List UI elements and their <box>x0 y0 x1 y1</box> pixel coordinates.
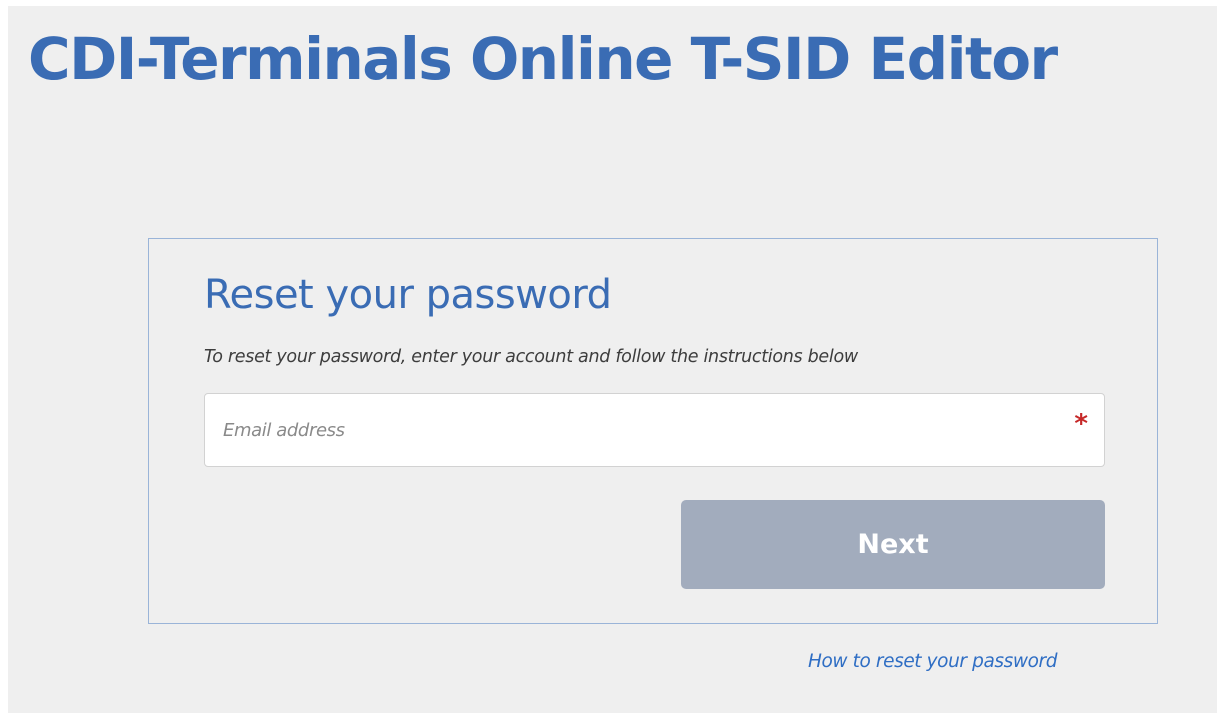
next-button[interactable]: Next <box>681 500 1105 589</box>
instructions-text: To reset your password, enter your accou… <box>204 347 858 367</box>
required-asterisk-icon: * <box>1074 409 1088 439</box>
reset-password-panel: Reset your password To reset your passwo… <box>148 238 1158 624</box>
panel-title: Reset your password <box>204 272 612 318</box>
email-field[interactable]: * <box>204 393 1105 467</box>
email-input[interactable] <box>205 394 1104 466</box>
how-to-reset-password-link[interactable]: How to reset your password <box>808 649 1057 675</box>
page-background: CDI-Terminals Online T-SID Editor Reset … <box>8 6 1217 713</box>
app-title: CDI-Terminals Online T-SID Editor <box>28 25 1058 93</box>
